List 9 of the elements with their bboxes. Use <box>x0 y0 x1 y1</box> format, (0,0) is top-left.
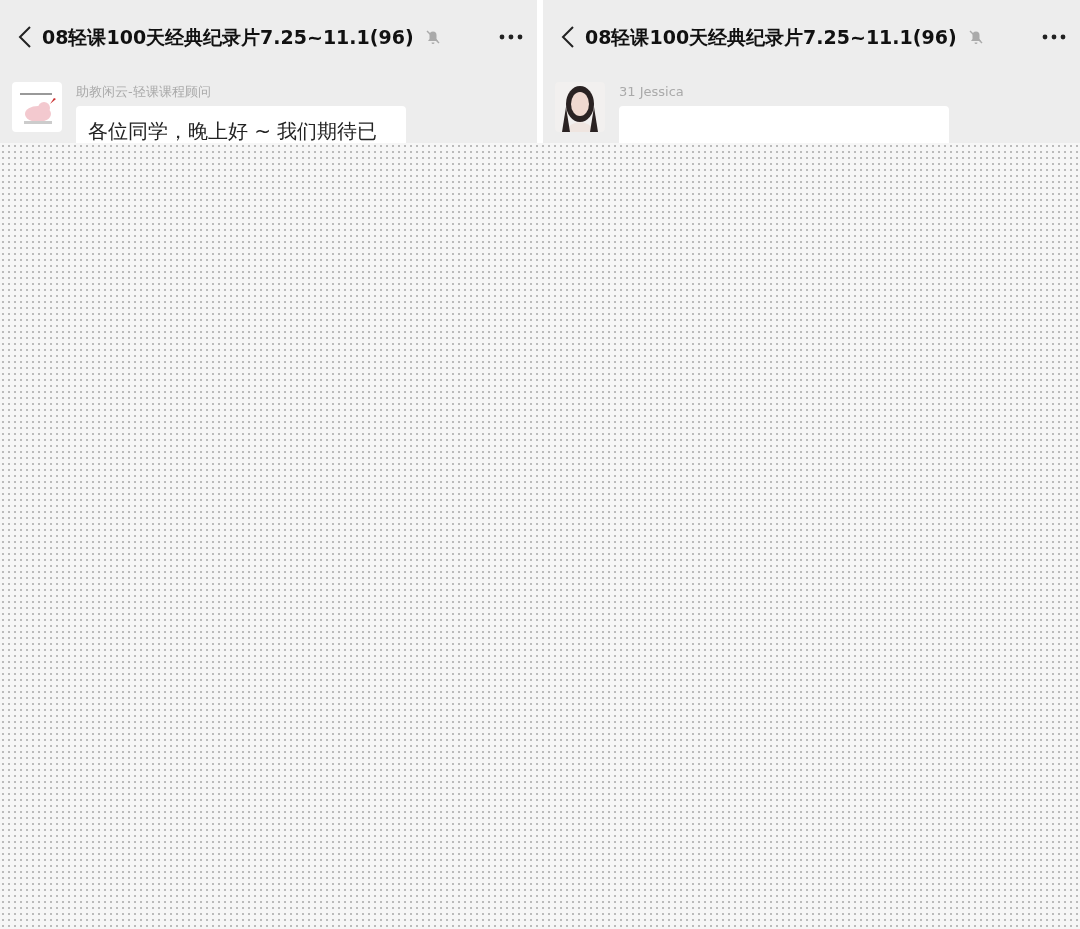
more-icon[interactable] <box>1042 34 1066 40</box>
sender-name: 助教闲云-轻课课程顾问 <box>76 83 212 101</box>
chat-title: 08轻课100天经典纪录片7.25~11.1(96) <box>42 24 414 50</box>
back-icon[interactable] <box>18 25 32 49</box>
message-bubble: 各位同学，晚上好 ~ 我们期待已 <box>76 105 406 143</box>
more-icon[interactable] <box>499 34 523 40</box>
back-icon[interactable] <box>561 25 575 49</box>
chat-title: 08轻课100天经典纪录片7.25~11.1(96) <box>585 24 957 50</box>
sender-name: 31 Jessica <box>619 83 685 101</box>
